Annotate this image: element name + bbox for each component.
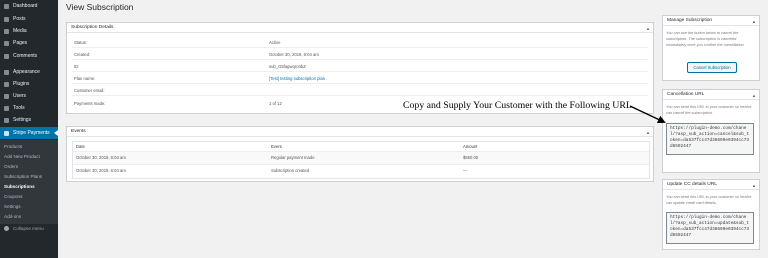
annotation-arrow-icon xyxy=(629,105,666,124)
page: Dashboard Posts Media Pages Comments App… xyxy=(0,0,768,258)
